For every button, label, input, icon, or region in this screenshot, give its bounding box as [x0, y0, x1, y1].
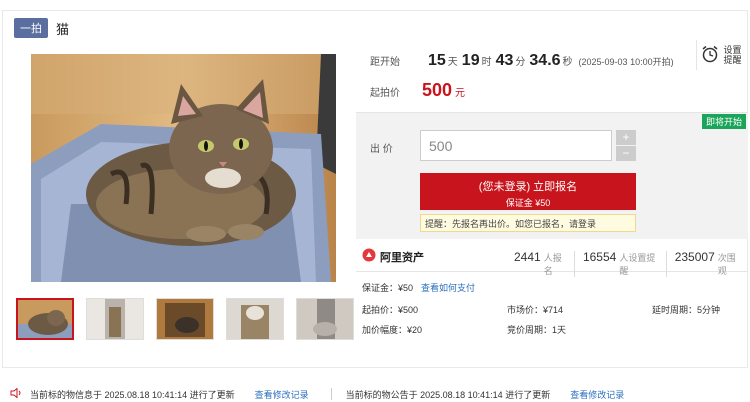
- increase-bid-button[interactable]: +: [616, 130, 636, 145]
- countdown: 距开始 15 天 19 时 43 分 34.6 秒 (2025-09-03 10…: [370, 52, 674, 70]
- start-time: (2025-09-03 10:00开拍): [578, 57, 674, 67]
- countdown-days-unit: 天: [447, 57, 458, 68]
- how-to-pay-link[interactable]: 查看如何支付: [421, 281, 475, 294]
- reminder-count: 16554: [582, 250, 617, 264]
- detail-start-price: 起拍价：¥500: [362, 305, 419, 315]
- detail-bid-period: 竞价周期：1天: [507, 325, 567, 335]
- thumbnail-4[interactable]: [226, 298, 284, 340]
- signup-label: 人报名: [544, 251, 575, 277]
- set-reminder-button[interactable]: 设置提醒: [696, 40, 746, 70]
- register-button-label: (您未登录) 立即报名: [478, 181, 578, 193]
- footer-divider: [330, 388, 332, 400]
- org-name: 阿里资产: [380, 251, 424, 264]
- countdown-hours-unit: 时: [481, 57, 492, 68]
- item-title-row: 一拍 猫: [14, 18, 70, 38]
- start-price-unit: 元: [455, 88, 466, 99]
- countdown-minutes-unit: 分: [515, 57, 526, 68]
- status-badge: 即将开始: [701, 114, 746, 129]
- bid-label: 出 价: [370, 144, 393, 155]
- deposit-amount: 保证金：¥50: [362, 283, 414, 293]
- detail-market-price: 市场价：¥714: [507, 305, 564, 315]
- update-footer: 当前标的物信息于 2025.08.18 10:41:14 进行了更新 查看修改记…: [0, 386, 750, 402]
- register-deposit-label: 保证金 ¥50: [505, 198, 551, 208]
- thumbnail-5[interactable]: [296, 298, 354, 340]
- detail-delay-period: 延时周期：5分钟: [652, 305, 721, 315]
- register-button[interactable]: (您未登录) 立即报名 保证金 ¥50: [420, 173, 636, 210]
- thumbnail-3[interactable]: [156, 298, 214, 340]
- bid-stepper: + −: [616, 130, 636, 162]
- start-price-row: 起拍价 500 元: [370, 80, 465, 101]
- countdown-days: 15: [428, 52, 446, 69]
- alibaba-asset-logo-icon: [362, 248, 376, 265]
- countdown-minutes: 43: [495, 52, 514, 69]
- speaker-icon: [10, 386, 22, 401]
- org-stats-row: 阿里资产 2441 人报名 16554 人设置提醒 235007 次围观: [356, 242, 748, 277]
- countdown-hours: 19: [461, 52, 480, 69]
- set-reminder-label: 设置提醒: [723, 45, 742, 65]
- info-update-text: 当前标的物信息于 2025.08.18 10:41:14 进行了更新: [30, 389, 235, 400]
- signup-count: 2441: [514, 250, 541, 264]
- thumbnail-1[interactable]: [16, 298, 74, 340]
- alarm-clock-icon: [701, 45, 719, 66]
- auction-type-badge: 一拍: [14, 18, 48, 38]
- notice-update-text: 当前标的物公告于 2025.08.18 10:41:14 进行了更新: [345, 389, 551, 400]
- start-price-label: 起拍价: [370, 88, 400, 99]
- notice-change-log-link[interactable]: 查看修改记录: [570, 388, 624, 401]
- thumbnail-2[interactable]: [86, 298, 144, 340]
- deposit-row: 保证金：¥50 查看如何支付: [362, 281, 475, 294]
- bid-amount-input[interactable]: 500: [420, 130, 612, 161]
- page-title: 猫: [56, 21, 70, 37]
- start-price-value: 500: [422, 80, 453, 100]
- countdown-label: 距开始: [370, 57, 400, 68]
- view-label: 次围观: [717, 253, 736, 276]
- stats: 2441 人报名 16554 人设置提醒 235007 次围观: [506, 250, 748, 277]
- countdown-seconds: 34.6: [529, 52, 561, 69]
- main-photo[interactable]: [31, 54, 336, 282]
- reminder-label: 人设置提醒: [619, 251, 667, 277]
- decrease-bid-button[interactable]: −: [616, 146, 636, 161]
- bid-panel: 即将开始 出 价 500 + − (您未登录) 立即报名 保证金 ¥50 提醒：…: [356, 112, 748, 239]
- view-count: 235007: [674, 250, 715, 264]
- countdown-seconds-unit: 秒: [562, 57, 573, 68]
- detail-increment: 加价幅度：¥20: [362, 325, 423, 335]
- login-notice: 提醒：先报名再出价。如您已报名，请登录: [420, 214, 636, 232]
- info-change-log-link[interactable]: 查看修改记录: [255, 388, 309, 401]
